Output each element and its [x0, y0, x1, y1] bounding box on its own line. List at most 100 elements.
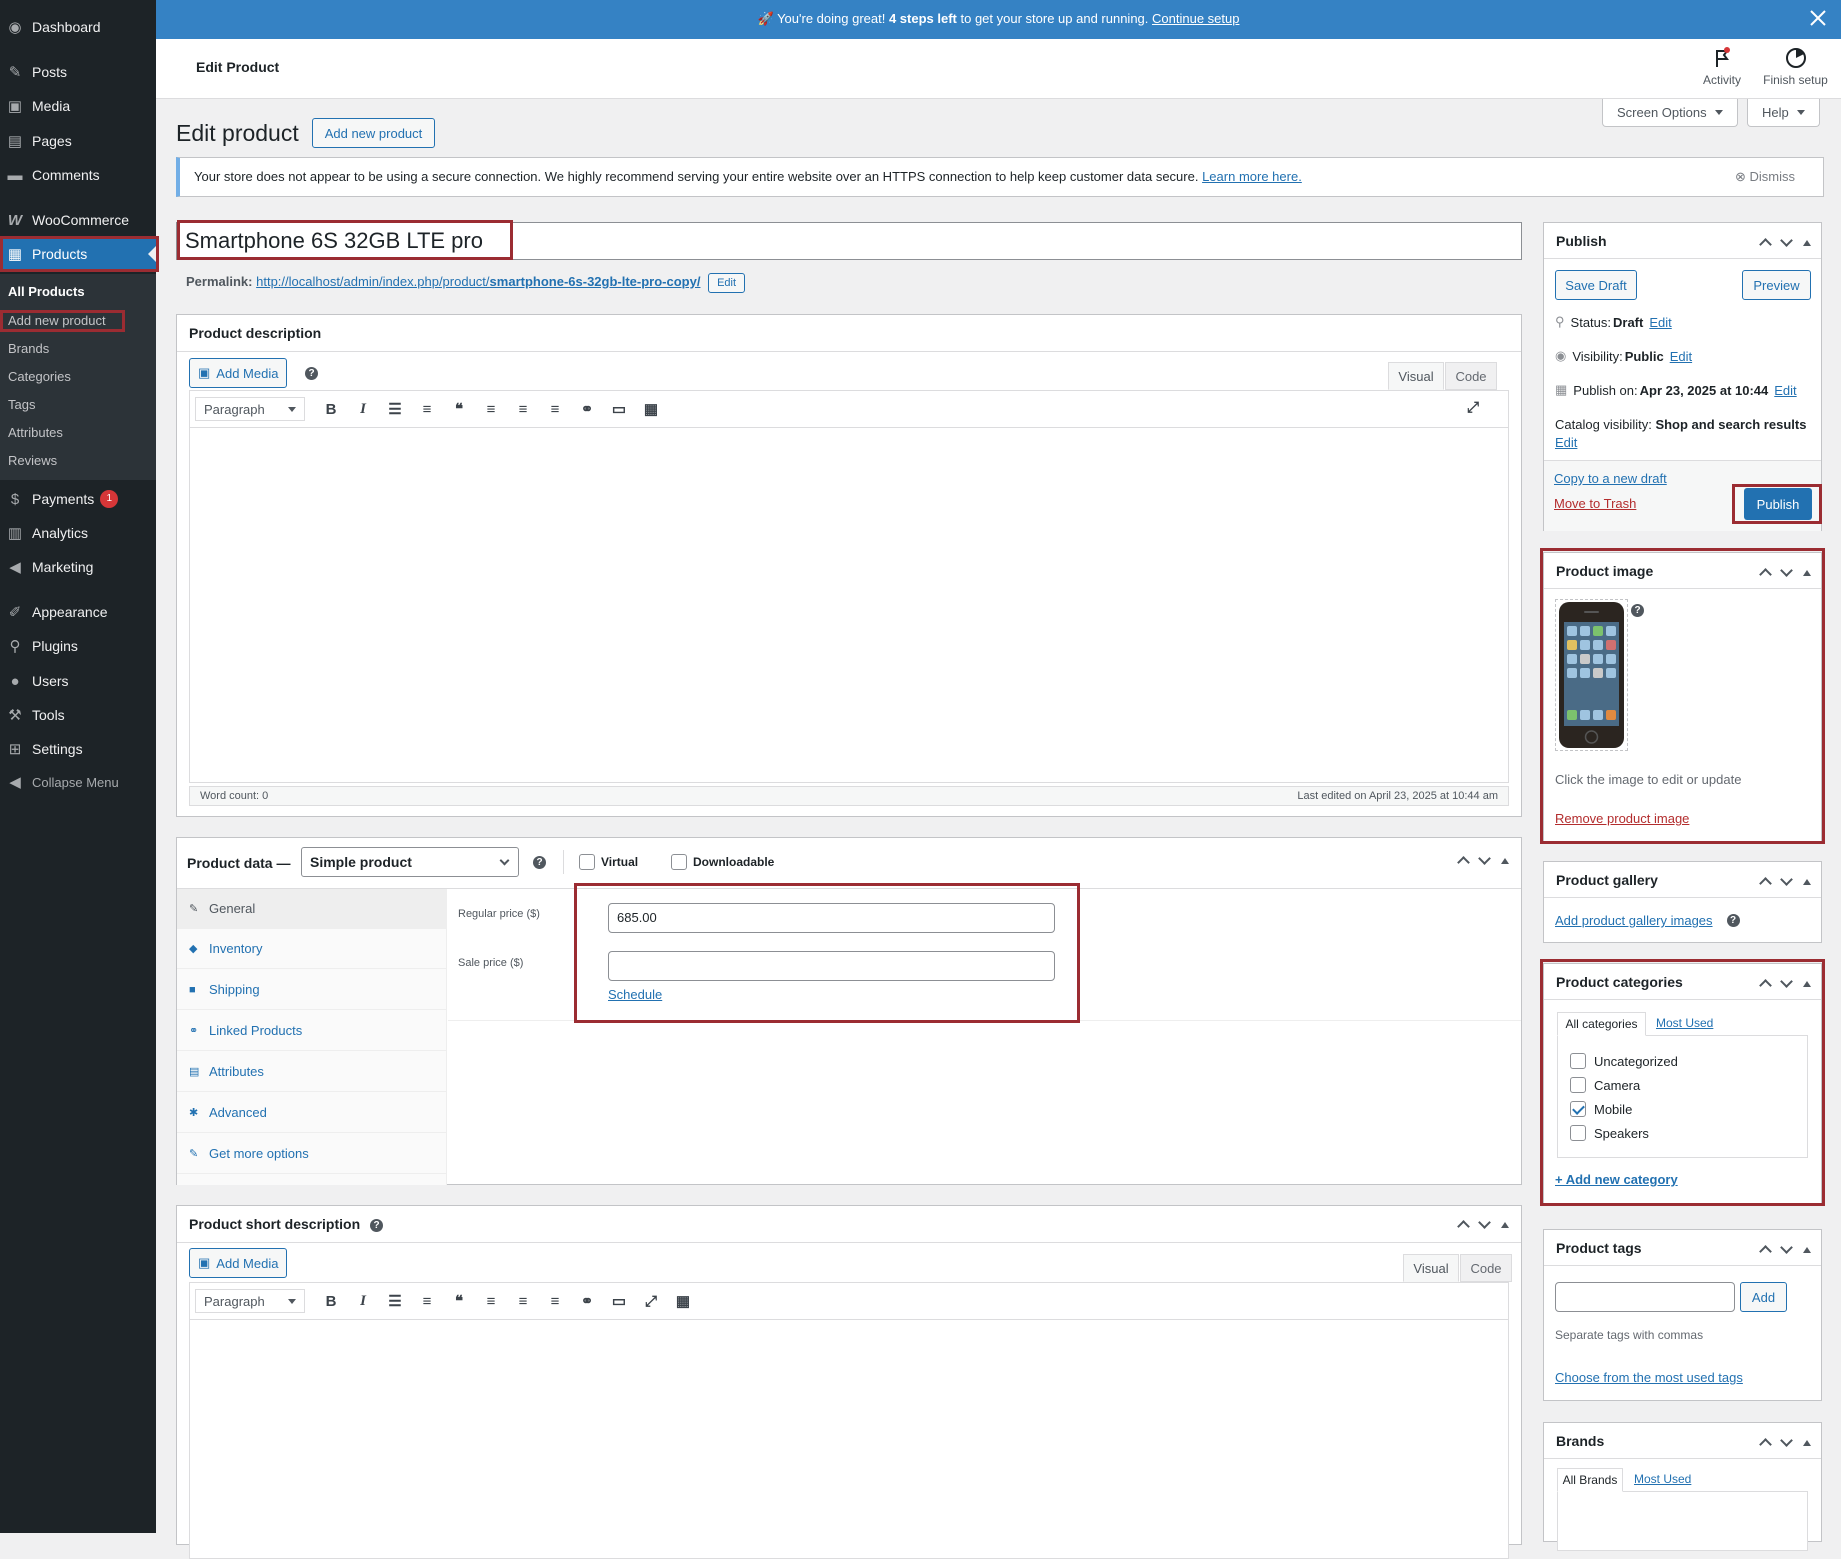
menu-collapse[interactable]: ◀ Collapse Menu: [0, 765, 156, 799]
submenu-all-products[interactable]: All Products: [8, 284, 85, 299]
tab-inventory[interactable]: ◆ Inventory: [177, 929, 447, 969]
tab-code[interactable]: Code: [1445, 362, 1497, 390]
status-edit-link[interactable]: Edit: [1649, 315, 1671, 330]
align-right-icon[interactable]: ≡: [539, 401, 571, 418]
tab-all-categories[interactable]: All categories: [1557, 1012, 1646, 1036]
visibility-edit-link[interactable]: Edit: [1670, 349, 1692, 364]
chevron-up-icon[interactable]: [1759, 877, 1772, 890]
menu-payments[interactable]: $ Payments 1: [0, 482, 156, 516]
align-center-icon[interactable]: ≡: [507, 1293, 539, 1310]
toggle-icon[interactable]: [1501, 857, 1509, 864]
submenu-categories[interactable]: Categories: [8, 369, 71, 384]
submenu-brands[interactable]: Brands: [8, 341, 49, 356]
downloadable-checkbox[interactable]: Downloadable: [671, 854, 774, 870]
tab-linked-products[interactable]: ⚭ Linked Products: [177, 1011, 447, 1051]
toolbar-toggle-icon[interactable]: ▦: [667, 1292, 699, 1310]
menu-media[interactable]: ▣ Media: [0, 89, 156, 123]
toggle-icon[interactable]: [1803, 878, 1811, 885]
virtual-checkbox[interactable]: Virtual: [579, 854, 638, 870]
product-type-select[interactable]: Simple product: [301, 847, 519, 877]
chevron-down-icon[interactable]: [1780, 873, 1793, 886]
add-media-button[interactable]: ▣ Add Media: [189, 1248, 288, 1278]
add-media-button[interactable]: ▣ Add Media: [189, 358, 288, 388]
copy-to-draft-link[interactable]: Copy to a new draft: [1554, 471, 1667, 486]
toolbar-toggle-icon[interactable]: ▦: [635, 400, 667, 418]
permalink-edit-button[interactable]: Edit: [708, 273, 746, 293]
save-draft-button[interactable]: Save Draft: [1555, 270, 1637, 300]
quote-icon[interactable]: ❝: [443, 1292, 475, 1310]
toggle-icon[interactable]: [1803, 1246, 1811, 1253]
help-button[interactable]: Help: [1747, 99, 1820, 127]
catalog-edit-link[interactable]: Edit: [1555, 435, 1577, 450]
continue-setup-link[interactable]: Continue setup: [1152, 11, 1239, 26]
tab-visual[interactable]: Visual: [1403, 1254, 1459, 1282]
fullscreen-icon[interactable]: ⤢: [1457, 399, 1489, 416]
menu-tools[interactable]: ⚒ Tools: [0, 698, 156, 732]
tab-most-used-brands[interactable]: Most Used: [1634, 1472, 1691, 1486]
help-icon[interactable]: ?: [370, 1218, 384, 1232]
tag-input[interactable]: [1555, 1282, 1735, 1312]
align-left-icon[interactable]: ≡: [475, 1293, 507, 1310]
read-more-icon[interactable]: ▭: [603, 400, 635, 418]
fullscreen-icon[interactable]: ⤢: [635, 1293, 667, 1310]
menu-woocommerce[interactable]: W WooCommerce: [0, 203, 156, 237]
align-left-icon[interactable]: ≡: [475, 401, 507, 418]
submenu-tags[interactable]: Tags: [8, 397, 35, 412]
menu-appearance[interactable]: ✐ Appearance: [0, 595, 156, 629]
help-icon[interactable]: ?: [1726, 914, 1740, 927]
toggle-icon[interactable]: [1803, 239, 1811, 246]
menu-marketing[interactable]: ◀ Marketing: [0, 550, 156, 584]
bullet-list-icon[interactable]: ☰: [379, 400, 411, 418]
submenu-attributes[interactable]: Attributes: [8, 425, 63, 440]
toggle-icon[interactable]: [1803, 1439, 1811, 1446]
tab-general[interactable]: ✎ General: [177, 889, 447, 929]
menu-users[interactable]: ● Users: [0, 664, 156, 698]
italic-icon[interactable]: I: [347, 1293, 379, 1310]
tab-attributes[interactable]: ▤ Attributes: [177, 1052, 447, 1092]
screen-options-button[interactable]: Screen Options: [1602, 99, 1738, 127]
chevron-down-icon[interactable]: [1478, 1216, 1491, 1229]
chevron-down-icon[interactable]: [1780, 234, 1793, 247]
numbered-list-icon[interactable]: ≡: [411, 401, 443, 418]
chevron-down-icon[interactable]: [1478, 852, 1491, 865]
close-icon[interactable]: [1809, 9, 1827, 27]
help-icon[interactable]: ?: [305, 367, 318, 380]
preview-button[interactable]: Preview: [1742, 270, 1811, 300]
quote-icon[interactable]: ❝: [443, 400, 475, 418]
activity-button[interactable]: Activity: [1692, 47, 1752, 87]
tab-code[interactable]: Code: [1460, 1254, 1512, 1282]
numbered-list-icon[interactable]: ≡: [411, 1293, 443, 1310]
chevron-up-icon[interactable]: [1457, 856, 1470, 869]
finish-setup-button[interactable]: Finish setup: [1758, 47, 1833, 87]
bullet-list-icon[interactable]: ☰: [379, 1292, 411, 1310]
chevron-up-icon[interactable]: [1759, 1438, 1772, 1451]
tab-advanced[interactable]: ✱ Advanced: [177, 1093, 447, 1133]
menu-pages[interactable]: ▤ Pages: [0, 124, 156, 158]
permalink-link[interactable]: http://localhost/admin/index.php/product…: [256, 274, 700, 289]
chevron-down-icon[interactable]: [1780, 1434, 1793, 1447]
menu-dashboard[interactable]: ◉ Dashboard: [0, 10, 156, 44]
menu-plugins[interactable]: ⚲ Plugins: [0, 629, 156, 663]
align-center-icon[interactable]: ≡: [507, 401, 539, 418]
link-icon[interactable]: ⚭: [571, 1292, 603, 1310]
help-icon[interactable]: ?: [533, 856, 546, 869]
add-new-product-button[interactable]: Add new product: [312, 118, 435, 148]
menu-comments[interactable]: ▬ Comments: [0, 158, 156, 192]
tab-shipping[interactable]: ■ Shipping: [177, 970, 447, 1010]
description-editor[interactable]: [189, 427, 1509, 783]
add-gallery-images-link[interactable]: Add product gallery images: [1555, 913, 1713, 928]
short-description-editor[interactable]: [189, 1319, 1509, 1559]
publish-date-edit-link[interactable]: Edit: [1774, 383, 1796, 398]
bold-icon[interactable]: B: [315, 1293, 347, 1310]
chevron-up-icon[interactable]: [1759, 238, 1772, 251]
choose-most-used-tags-link[interactable]: Choose from the most used tags: [1555, 1370, 1743, 1385]
tab-get-more-options[interactable]: ✎ Get more options: [177, 1134, 447, 1174]
menu-settings[interactable]: ⊞ Settings: [0, 732, 156, 766]
add-tag-button[interactable]: Add: [1740, 1282, 1787, 1312]
chevron-up-icon[interactable]: [1759, 1245, 1772, 1258]
link-icon[interactable]: ⚭: [571, 400, 603, 418]
chevron-up-icon[interactable]: [1457, 1220, 1470, 1233]
move-to-trash-link[interactable]: Move to Trash: [1554, 496, 1636, 511]
menu-analytics[interactable]: ▥ Analytics: [0, 516, 156, 550]
italic-icon[interactable]: I: [347, 401, 379, 418]
